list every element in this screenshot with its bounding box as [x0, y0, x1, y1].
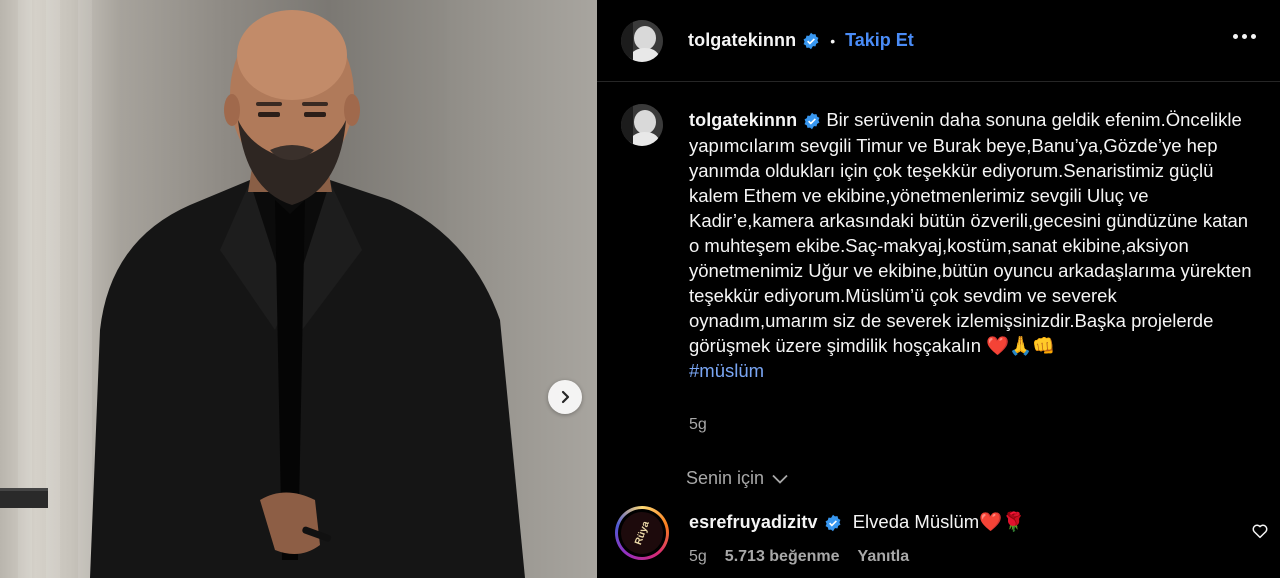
commenter-logo: Rüya [615, 506, 669, 560]
heart-icon [1252, 524, 1268, 539]
chevron-right-icon [561, 390, 570, 404]
commenter-username[interactable]: esrefruyadizitv [689, 512, 818, 532]
post-image[interactable] [0, 0, 597, 578]
more-options-icon[interactable] [1229, 30, 1260, 43]
next-image-button[interactable] [548, 380, 582, 414]
author-avatar[interactable] [621, 19, 663, 62]
caption-text: tolgatekinnn Bir serüvenin daha sonuna g… [689, 107, 1259, 383]
hashtag-link[interactable]: #müslüm [689, 360, 764, 381]
sort-label: Senin için [686, 468, 765, 488]
comment-likes[interactable]: 5.713 beğenme [725, 548, 840, 566]
comment-text: Elveda Müslüm❤️🌹 [852, 511, 1026, 532]
window-blind [46, 0, 60, 578]
follow-button[interactable]: Takip Et [845, 30, 914, 51]
commenter-avatar[interactable]: Rüya [615, 506, 669, 560]
avatar-photo [621, 19, 663, 62]
avatar-photo [621, 104, 663, 146]
like-comment-button[interactable] [1251, 522, 1269, 545]
man-in-black-suit [90, 10, 525, 578]
verified-badge-icon [802, 32, 820, 50]
author-username[interactable]: tolgatekinnn [688, 30, 796, 51]
caption-body: Bir serüvenin daha sonuna geldik efenim.… [689, 109, 1252, 356]
verified-badge-icon [824, 514, 842, 532]
separator-dot: • [830, 32, 836, 49]
caption-avatar[interactable] [621, 104, 663, 146]
desk [0, 488, 48, 508]
comment-time: 5g [689, 548, 707, 565]
verified-badge-icon [803, 112, 821, 130]
comment-item: Rüya esrefruyadizitv Elveda Müslüm❤️🌹 5g… [615, 506, 1275, 576]
reply-button[interactable]: Yanıtla [858, 548, 910, 566]
caption-username[interactable]: tolgatekinnn [689, 110, 797, 130]
chevron-down-icon [772, 474, 788, 484]
post-header: tolgatekinnn • Takip Et [597, 0, 1280, 82]
comment-sort-dropdown[interactable]: Senin için [686, 468, 788, 489]
post-sidebar: tolgatekinnn • Takip Et tolgatekinnn Bir… [597, 0, 1280, 578]
post-time: 5g [689, 416, 707, 433]
